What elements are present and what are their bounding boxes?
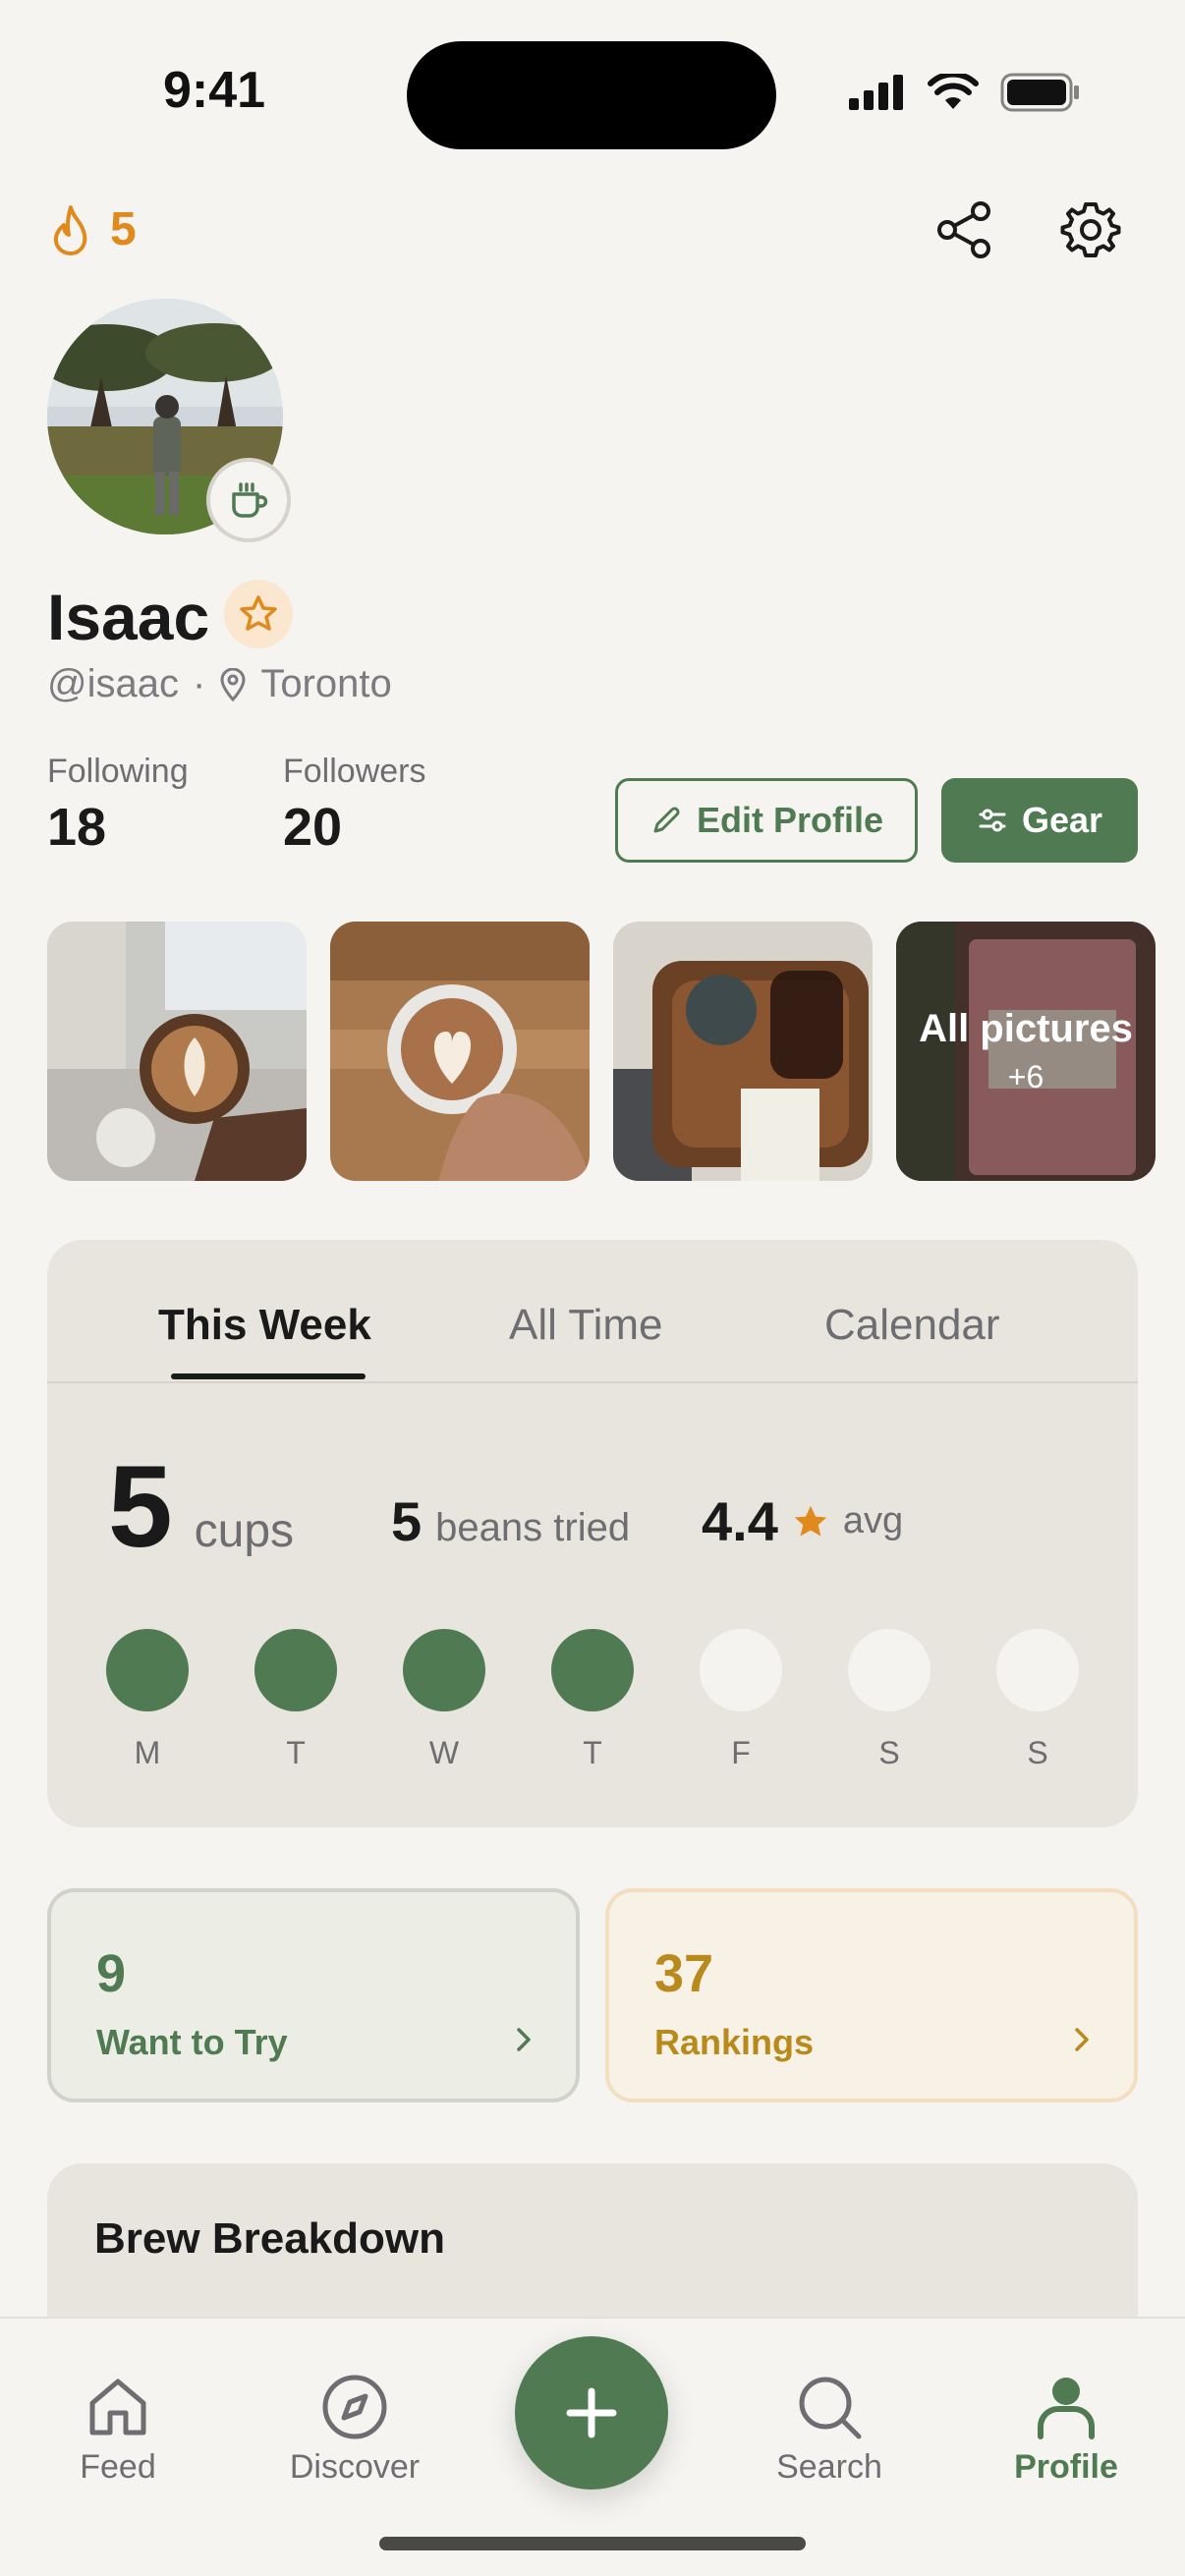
- photo-thumbnail[interactable]: [330, 922, 590, 1181]
- photo-thumbnail[interactable]: [613, 922, 873, 1181]
- cups-stat: 5 cups: [108, 1440, 294, 1574]
- day-indicator: [996, 1629, 1079, 1711]
- day-label: S: [1027, 1735, 1048, 1770]
- star-badge: [224, 580, 293, 648]
- tab-this-week[interactable]: This Week: [158, 1301, 371, 1350]
- home-icon: [89, 2379, 146, 2436]
- nav-profile-label: Profile: [1014, 2448, 1118, 2486]
- day-label: F: [731, 1735, 751, 1770]
- share-button[interactable]: [931, 196, 998, 263]
- status-time: 9:41: [163, 62, 266, 119]
- rankings-card[interactable]: 37 Rankings: [605, 1888, 1138, 2102]
- separator-dot: ·: [192, 662, 206, 705]
- nav-search-label: Search: [776, 2448, 882, 2486]
- sliders-icon: [979, 809, 1006, 832]
- brew-breakdown-title: Brew Breakdown: [94, 2214, 445, 2263]
- plus-icon: [566, 2387, 617, 2438]
- flame-icon: [53, 204, 87, 255]
- dynamic-island: [407, 41, 776, 149]
- battery-icon: [1000, 73, 1079, 112]
- all-pictures-tile[interactable]: All pictures +6: [896, 922, 1156, 1181]
- day-indicator: [106, 1629, 189, 1711]
- tab-divider: [47, 1381, 1138, 1383]
- search-icon: [799, 2377, 862, 2439]
- cellular-signal-icon: [849, 75, 903, 110]
- edit-profile-label: Edit Profile: [696, 800, 884, 840]
- following-label: Following: [47, 753, 189, 790]
- nav-search[interactable]: Search: [741, 2372, 918, 2487]
- gear-label: Gear: [1021, 800, 1103, 840]
- avatar-badge: [206, 458, 291, 542]
- followers-count: 20: [283, 798, 343, 857]
- beans-label: beans tried: [435, 1506, 631, 1549]
- chevron-right-icon: [517, 2028, 531, 2051]
- profile-handle: @isaac: [47, 662, 179, 705]
- handle-row: @isaac · Toronto: [47, 662, 392, 706]
- nav-profile[interactable]: Profile: [978, 2372, 1155, 2487]
- nav-feed[interactable]: Feed: [29, 2372, 206, 2487]
- day-label: T: [286, 1735, 306, 1770]
- day-label: T: [583, 1735, 602, 1770]
- chevron-right-icon: [1075, 2028, 1089, 2051]
- nav-feed-label: Feed: [80, 2448, 156, 2486]
- want-to-try-count: 9: [96, 1944, 127, 2003]
- avg-label: avg: [842, 1500, 904, 1541]
- compass-icon: [322, 2375, 387, 2439]
- photo-thumbnail[interactable]: [47, 922, 307, 1181]
- day-label: W: [428, 1735, 460, 1770]
- active-tab-indicator: [171, 1373, 366, 1379]
- wifi-icon: [928, 74, 979, 109]
- nav-discover-label: Discover: [289, 2448, 421, 2486]
- rankings-count: 37: [654, 1944, 714, 2003]
- coffee-cup-icon: [232, 482, 268, 518]
- tab-all-time[interactable]: All Time: [509, 1301, 662, 1350]
- tab-calendar[interactable]: Calendar: [824, 1301, 1000, 1350]
- day-indicator: [254, 1629, 337, 1711]
- add-brew-button[interactable]: [515, 2336, 668, 2490]
- home-indicator: [379, 2537, 806, 2550]
- want-to-try-label: Want to Try: [96, 2022, 288, 2062]
- following-count: 18: [47, 798, 107, 857]
- day-label: S: [878, 1735, 900, 1770]
- followers-stat[interactable]: Followers 20: [283, 753, 425, 858]
- streak-count: 5: [110, 203, 137, 255]
- day-label: M: [134, 1735, 161, 1770]
- rankings-label: Rankings: [654, 2022, 815, 2062]
- day-indicator: [848, 1629, 931, 1711]
- avg-value: 4.4: [702, 1490, 778, 1552]
- profile-location: Toronto: [260, 662, 392, 705]
- all-pictures-label: All pictures: [919, 1007, 1133, 1050]
- profile-icon: [1038, 2378, 1095, 2439]
- edit-profile-button[interactable]: Edit Profile: [615, 778, 918, 863]
- day-indicator: [403, 1629, 485, 1711]
- gear-button[interactable]: Gear: [941, 778, 1138, 863]
- pencil-icon: [653, 807, 680, 833]
- beans-value: 5: [391, 1490, 423, 1552]
- all-pictures-overlay: All pictures +6: [896, 922, 1156, 1181]
- followers-label: Followers: [283, 753, 426, 790]
- location-pin-icon: [220, 667, 246, 701]
- nav-discover[interactable]: Discover: [266, 2372, 443, 2487]
- profile-name: Isaac: [47, 581, 210, 653]
- want-to-try-card[interactable]: 9 Want to Try: [47, 1888, 580, 2102]
- streak-counter[interactable]: 5: [49, 202, 137, 256]
- star-icon: [240, 595, 277, 631]
- settings-button[interactable]: [1057, 196, 1124, 263]
- day-indicator: [700, 1629, 782, 1711]
- status-icons: [849, 73, 1081, 112]
- cups-value: 5: [108, 1442, 173, 1572]
- share-icon: [937, 201, 990, 258]
- stats-card: This Week All Time Calendar 5 cups 5 bea…: [47, 1240, 1138, 1827]
- settings-icon: [1060, 202, 1121, 257]
- day-indicator: [551, 1629, 634, 1711]
- following-stat[interactable]: Following 18: [47, 753, 189, 858]
- avg-rating-stat: 4.4 avg: [702, 1489, 903, 1553]
- beans-stat: 5 beans tried: [391, 1489, 630, 1553]
- cups-label: cups: [194, 1505, 295, 1557]
- more-photos-count: +6: [1007, 1059, 1044, 1094]
- star-filled-icon: [794, 1505, 827, 1536]
